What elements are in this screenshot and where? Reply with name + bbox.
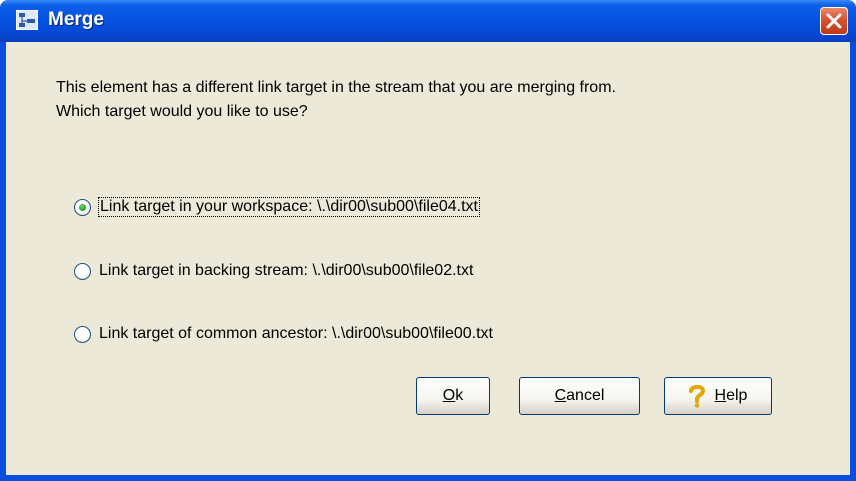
radio-label-backing-stream: Link target in backing stream: \.\dir00\… [99,262,474,279]
radio-label-common-ancestor: Link target of common ancestor: \.\dir00… [99,325,493,342]
radio-option-common-ancestor[interactable]: Link target of common ancestor: \.\dir00… [74,322,493,346]
message-line-1: This element has a different link target… [56,79,616,96]
radio-label-workspace: Link target in your workspace: \.\dir00\… [98,197,480,217]
cancel-button[interactable]: Cancel [519,377,640,415]
radio-button-workspace[interactable] [74,198,91,216]
help-button-label: Help [714,387,748,404]
help-button[interactable]: Help [664,377,772,415]
radio-option-workspace[interactable]: Link target in your workspace: \.\dir00\… [74,195,480,219]
close-button[interactable] [820,7,848,35]
message-line-2: Which target would you like to use? [56,103,308,120]
radio-option-backing-stream[interactable]: Link target in backing stream: \.\dir00\… [74,259,473,283]
close-icon [826,13,842,29]
title-bar[interactable]: Merge [0,0,856,42]
ok-button-label: Ok [442,387,464,404]
cancel-button-label: Cancel [554,387,605,404]
ok-button[interactable]: Ok [416,377,490,415]
window-title: Merge [48,9,104,30]
radio-button-backing-stream[interactable] [74,262,91,280]
question-mark-icon [688,384,705,408]
radio-button-common-ancestor[interactable] [74,325,91,343]
merge-app-icon [16,10,38,30]
dialog-message: This element has a different link target… [56,76,616,124]
